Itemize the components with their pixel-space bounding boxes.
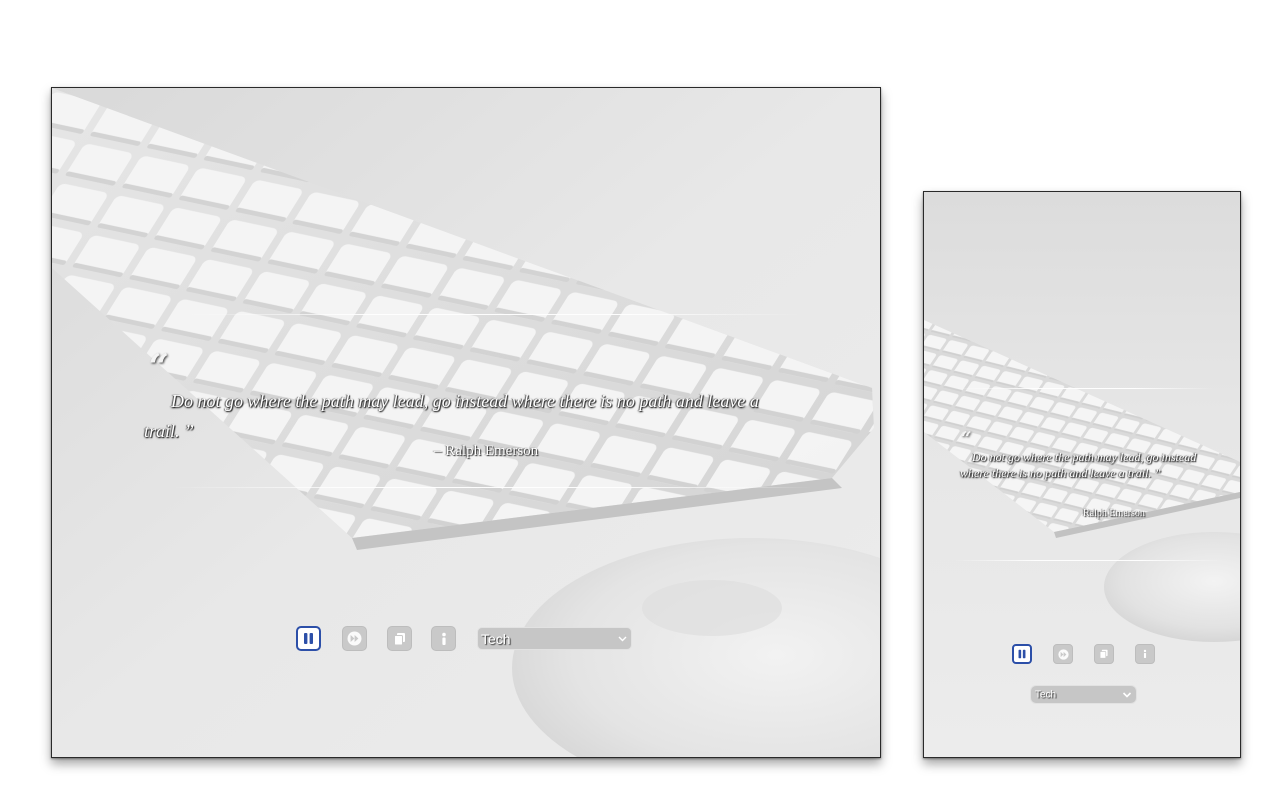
- copy-icon: [393, 632, 405, 645]
- divider-bottom: [954, 560, 1224, 561]
- desktop-preview: “ Do not go where the path may lead, go …: [51, 87, 881, 758]
- next-quote-button[interactable]: [342, 626, 367, 651]
- copy-icon: [1099, 649, 1108, 659]
- category-select-value: Tech: [481, 630, 511, 647]
- chevron-down-icon: [1122, 691, 1132, 698]
- quote-text: Do not go where the path may lead, go in…: [144, 391, 759, 441]
- pause-button[interactable]: [1012, 644, 1032, 664]
- fast-forward-icon: [1057, 648, 1069, 660]
- quote-author: – Ralph Emerson: [434, 443, 539, 459]
- mobile-preview: “ Do not go where the path may lead, go …: [923, 191, 1241, 758]
- open-quote-mark: “: [961, 428, 972, 449]
- info-button[interactable]: [431, 626, 456, 651]
- pause-icon: [304, 633, 313, 644]
- info-icon: [441, 632, 446, 645]
- copy-button[interactable]: [387, 626, 412, 651]
- category-select[interactable]: Tech: [1030, 685, 1137, 704]
- quote-text: Do not go where the path may lead, go in…: [960, 450, 1197, 480]
- preview-stage: “ Do not go where the path may lead, go …: [0, 0, 1280, 800]
- divider-bottom: [172, 487, 812, 488]
- copy-button[interactable]: [1094, 644, 1114, 664]
- chevron-down-icon: [618, 636, 627, 641]
- pause-button[interactable]: [296, 626, 321, 651]
- info-button[interactable]: [1135, 644, 1155, 664]
- pause-icon: [1018, 649, 1026, 659]
- open-quote-mark: “: [149, 347, 169, 387]
- divider-top: [182, 314, 802, 315]
- divider-top: [954, 388, 1214, 389]
- fast-forward-icon: [347, 631, 362, 646]
- info-icon: [1143, 649, 1147, 658]
- category-select-value: Tech: [1035, 689, 1057, 700]
- quote-author: Ralph Emerson: [1083, 508, 1145, 519]
- category-select[interactable]: Tech: [477, 627, 632, 650]
- next-quote-button[interactable]: [1053, 644, 1073, 664]
